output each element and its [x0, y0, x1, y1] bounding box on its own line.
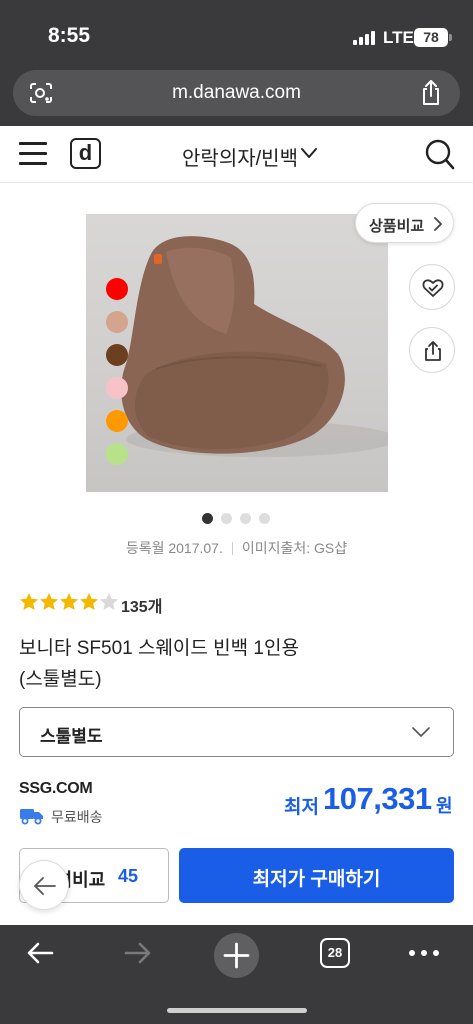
- registered-date: 등록월 2017.07.: [125, 540, 223, 556]
- image-pagination: [202, 513, 282, 525]
- status-time: 8:55: [48, 24, 91, 47]
- danawa-logo[interactable]: d: [70, 138, 101, 169]
- chevron-down-icon[interactable]: [300, 146, 318, 160]
- floating-back-button[interactable]: [19, 860, 69, 910]
- color-swatch-red[interactable]: [106, 278, 128, 300]
- chevron-down-icon: [412, 727, 430, 737]
- product-title-line2: (스툴별도): [19, 669, 102, 690]
- heart-check-icon: [422, 279, 444, 297]
- product-image[interactable]: [86, 214, 388, 492]
- new-tab-button[interactable]: [214, 933, 259, 978]
- price-label: 최저: [284, 797, 319, 818]
- battery-tip: [449, 34, 452, 41]
- color-swatch-lime[interactable]: [106, 443, 128, 465]
- product-meta: 등록월 2017.07. 이미지출처: GS샵: [0, 538, 473, 558]
- pagination-dot[interactable]: [259, 513, 270, 524]
- pagination-dot[interactable]: [221, 513, 232, 524]
- browser-address-area: m.danawa.com: [0, 68, 473, 126]
- option-value: 스툴별도: [40, 727, 103, 746]
- menu-icon[interactable]: [19, 142, 47, 165]
- product-compare-label: 상품비교: [369, 218, 425, 235]
- color-swatch-brown[interactable]: [106, 344, 128, 366]
- battery-icon: 78: [414, 28, 448, 47]
- product-title: 보니타 SF501 스웨이드 빈백 1인용 (스툴별도): [19, 633, 449, 695]
- forward-arrow-icon[interactable]: [123, 938, 153, 968]
- category-label: 안락의자/빈백: [182, 148, 298, 170]
- site-header: d 안락의자/빈백: [0, 126, 473, 183]
- color-swatch-pink[interactable]: [106, 377, 128, 399]
- star-rating-icon: [20, 593, 118, 610]
- color-swatch-orange[interactable]: [106, 410, 128, 432]
- wishlist-button[interactable]: [409, 264, 455, 310]
- product-compare-button[interactable]: 상품비교: [355, 203, 454, 243]
- tab-count-button[interactable]: 28: [320, 938, 350, 968]
- color-swatch-beige[interactable]: [106, 311, 128, 333]
- option-select[interactable]: 스툴별도: [19, 707, 454, 757]
- review-count[interactable]: 135개: [121, 593, 162, 617]
- buy-lowest-price-button[interactable]: 최저가 구매하기: [179, 848, 454, 903]
- image-source: 이미지출처: GS샵: [241, 540, 348, 556]
- back-arrow-icon[interactable]: [25, 938, 55, 968]
- status-bar: 8:55 LTE 78: [0, 0, 473, 68]
- share-icon[interactable]: [419, 80, 443, 106]
- home-indicator: [167, 1008, 307, 1013]
- pagination-dot[interactable]: [240, 513, 251, 524]
- share-icon: [425, 341, 441, 361]
- pagination-dot-active[interactable]: [202, 513, 213, 524]
- share-button[interactable]: [409, 327, 455, 373]
- plus-icon: [223, 942, 250, 969]
- price-value: 107,331: [323, 781, 432, 816]
- shipping-label: 무료배송: [51, 809, 103, 825]
- price-unit: 원: [436, 796, 453, 816]
- beanbag-image: [121, 236, 388, 457]
- url-text[interactable]: m.danawa.com: [13, 82, 460, 104]
- price-compare-count: 45: [118, 866, 139, 886]
- buy-button-label: 최저가 구매하기: [252, 869, 381, 890]
- chevron-right-icon: [434, 217, 442, 231]
- address-bar[interactable]: m.danawa.com: [13, 70, 460, 116]
- signal-icon: [353, 31, 375, 45]
- search-icon[interactable]: [425, 139, 455, 171]
- seller-name[interactable]: SSG.COM: [19, 780, 93, 798]
- product-title-line1: 보니타 SF501 스웨이드 빈백 1인용: [19, 638, 299, 659]
- more-icon[interactable]: [408, 949, 440, 957]
- truck-icon: [20, 809, 43, 825]
- arrow-left-icon: [34, 877, 56, 895]
- network-label: LTE: [383, 28, 414, 47]
